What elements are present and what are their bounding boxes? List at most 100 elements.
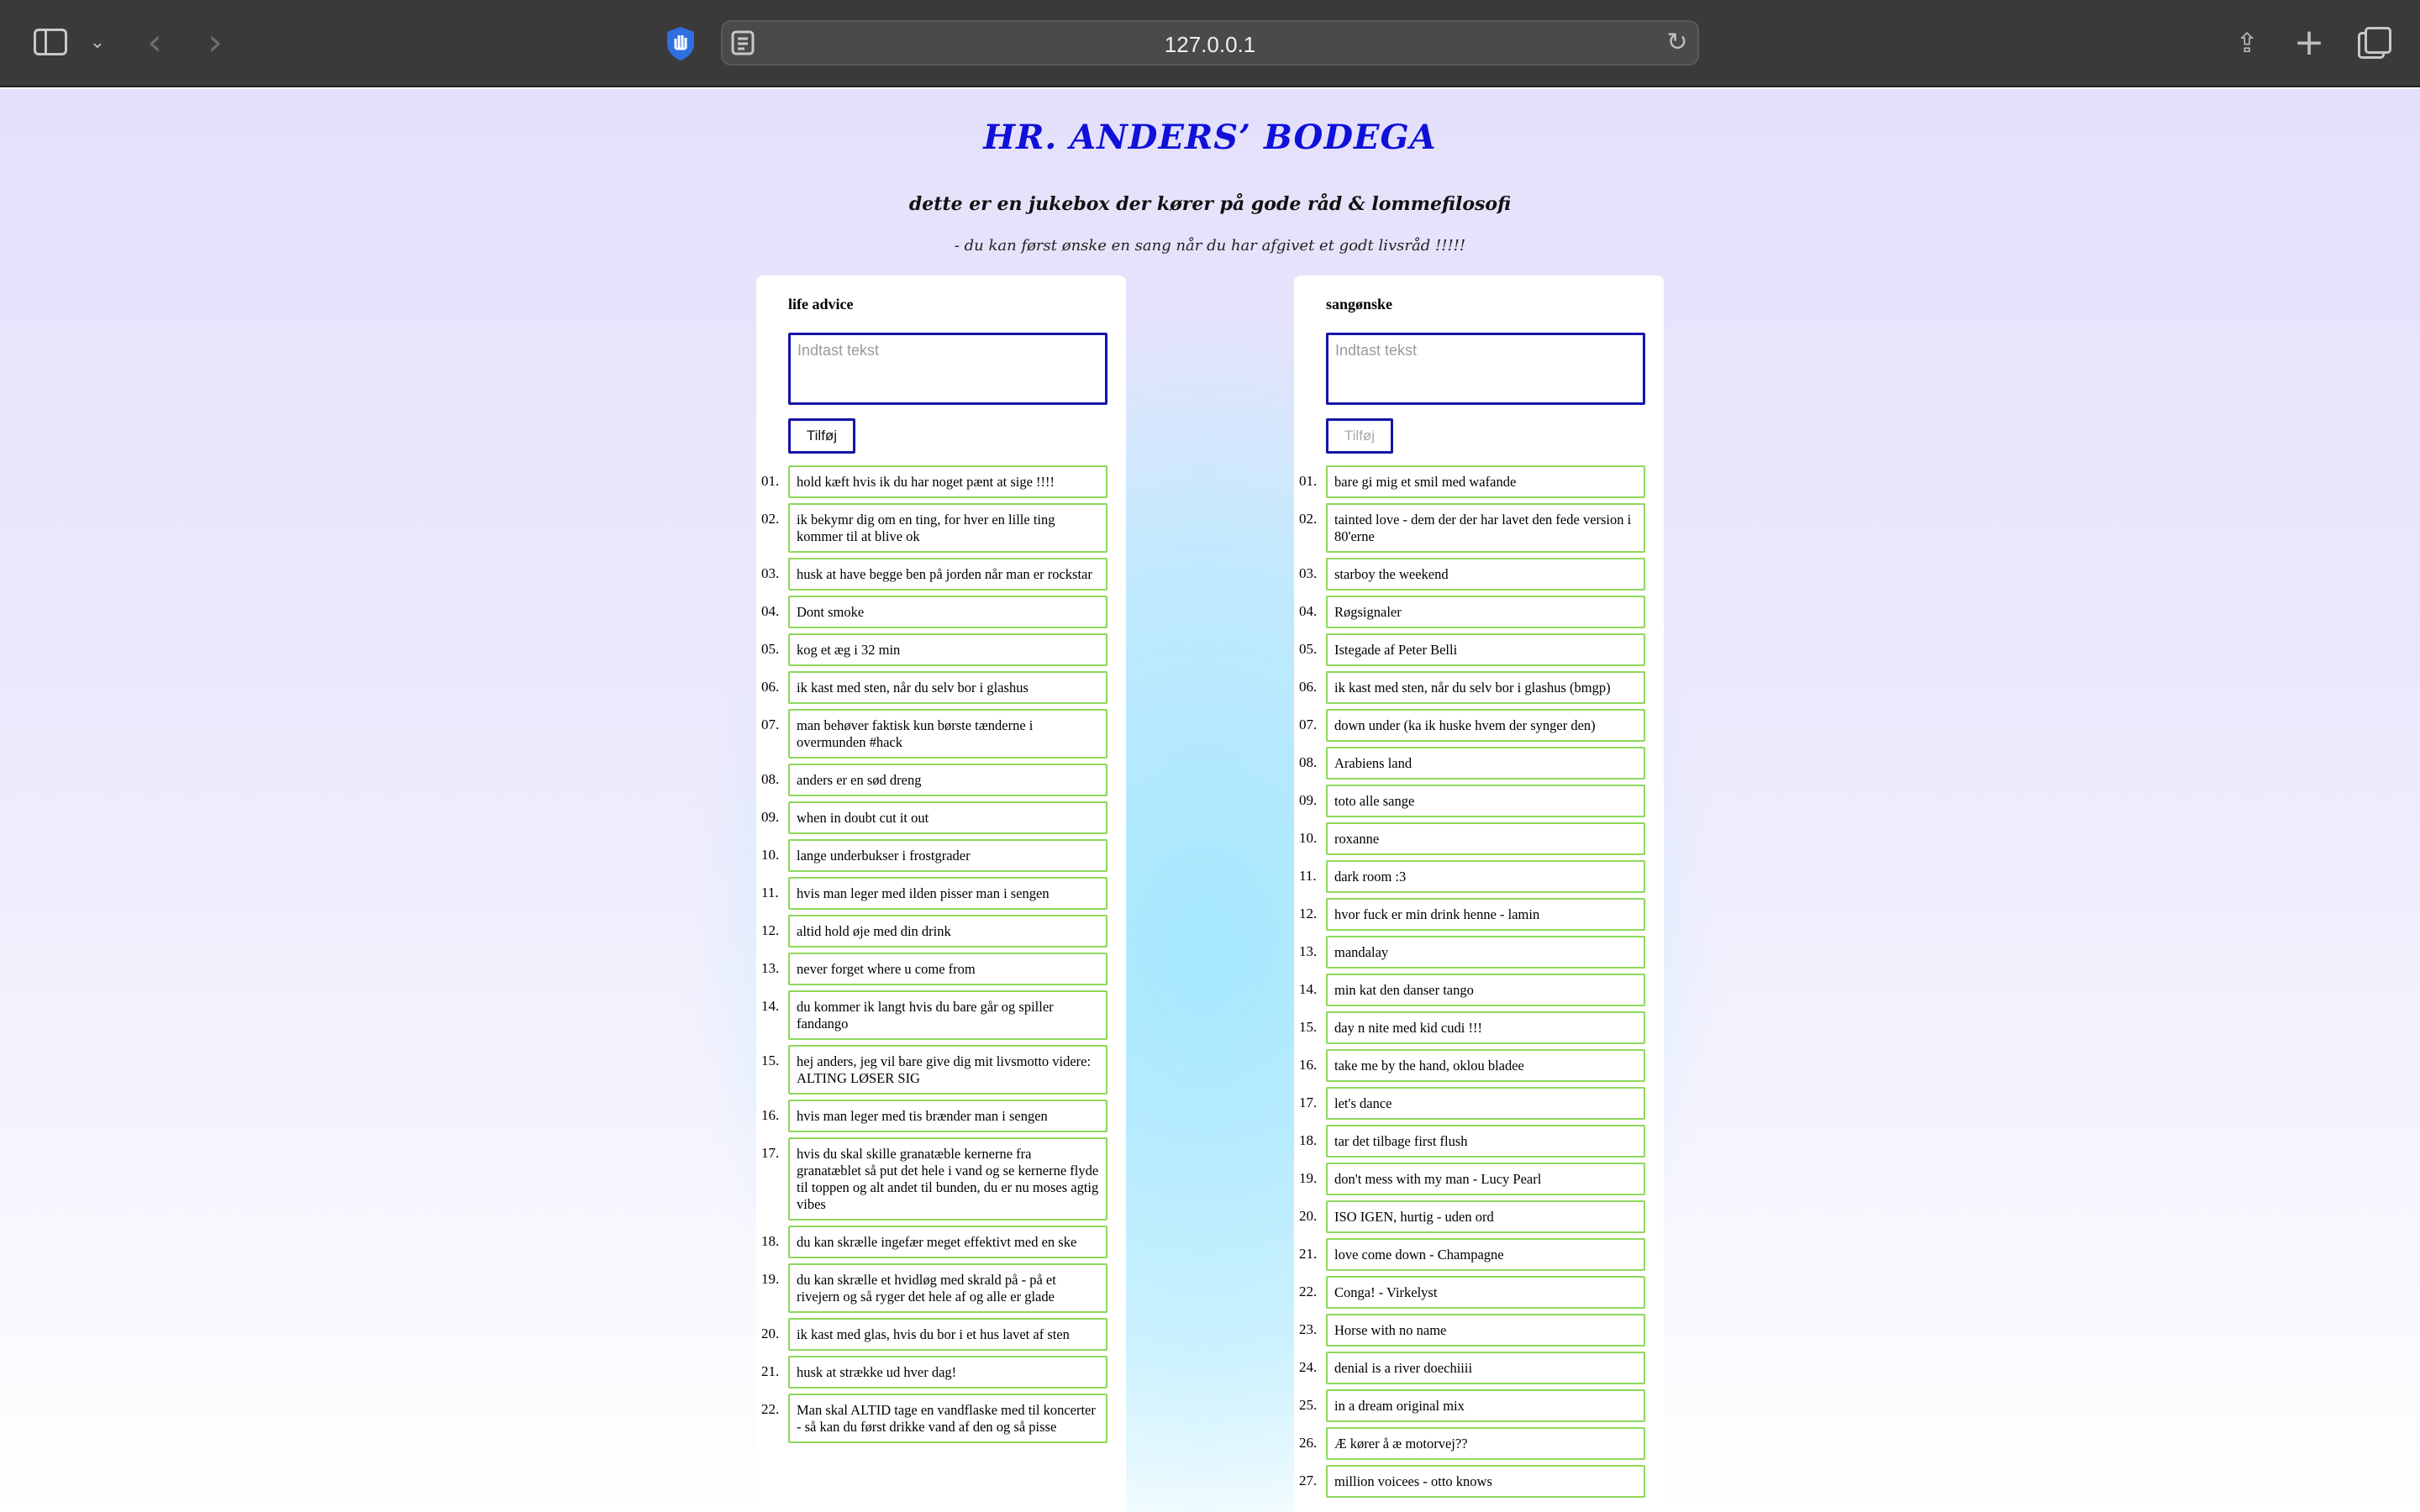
item-text: starboy the weekend <box>1326 558 1645 591</box>
share-icon[interactable]: ⇪ <box>2232 25 2262 60</box>
tab-overview-icon[interactable] <box>2358 27 2391 59</box>
add-song-button[interactable]: Tilføj <box>1326 418 1393 454</box>
item-number: 05. <box>761 641 780 657</box>
item-number: 07. <box>1299 717 1318 732</box>
song-input[interactable] <box>1326 333 1645 405</box>
advice-list-item: 20. ik kast med glas, hvis du bor i et hu… <box>756 1318 1126 1351</box>
item-text: Horse with no name <box>1326 1314 1645 1347</box>
url-text[interactable]: 127.0.0.1 <box>723 32 1697 58</box>
song-list-item: 27. million voicees - otto knows <box>1294 1465 1664 1498</box>
item-text: tainted love - dem der der har lavet den… <box>1326 503 1645 553</box>
item-number: 16. <box>1299 1057 1318 1073</box>
item-number: 20. <box>761 1326 780 1341</box>
advice-list-item: 13. never forget where u come from <box>756 953 1126 985</box>
item-number: 15. <box>761 1053 780 1068</box>
song-list-item: 06. ik kast med sten, når du selv bor i g… <box>1294 671 1664 704</box>
item-number: 18. <box>1299 1132 1318 1148</box>
chevron-down-icon[interactable]: ⌄ <box>87 29 108 55</box>
new-tab-icon[interactable]: + <box>2292 21 2326 64</box>
item-number: 20. <box>1299 1208 1318 1224</box>
item-text: du kommer ik langt hvis du bare går og s… <box>788 990 1107 1040</box>
item-number: 17. <box>761 1145 780 1161</box>
item-number: 22. <box>1299 1284 1318 1299</box>
item-number: 27. <box>1299 1473 1318 1488</box>
page-note: - du kan først ønske en sang når du har … <box>954 237 1466 255</box>
add-advice-button[interactable]: Tilføj <box>788 418 855 454</box>
reload-icon[interactable]: ↻ <box>1664 27 1691 57</box>
forward-arrow-icon[interactable]: › <box>202 21 229 64</box>
song-list-item: 01. bare gi mig et smil med wafande <box>1294 465 1664 498</box>
item-number: 07. <box>761 717 780 732</box>
item-text: hold kæft hvis ik du har noget pænt at s… <box>788 465 1107 498</box>
item-number: 04. <box>761 603 780 619</box>
item-number: 14. <box>761 998 780 1014</box>
item-number: 11. <box>761 885 779 900</box>
item-number: 13. <box>761 960 780 976</box>
item-text: hvis man leger med tis brænder man i sen… <box>788 1100 1107 1132</box>
advice-list-item: 12. altid hold øje med din drink <box>756 915 1126 948</box>
back-arrow-icon[interactable]: ‹ <box>141 21 168 64</box>
item-number: 12. <box>761 922 780 938</box>
item-text: down under (ka ik huske hvem der synger … <box>1326 709 1645 742</box>
page-subtitle: dette er en jukebox der kører på gode rå… <box>908 193 1512 215</box>
item-text: Conga! - Virkelyst <box>1326 1276 1645 1309</box>
life-advice-heading: life advice <box>788 296 854 312</box>
item-number: 02. <box>1299 511 1318 527</box>
song-list-item: 04. Røgsignaler <box>1294 596 1664 628</box>
item-text: ik kast med sten, når du selv bor i glas… <box>1326 671 1645 704</box>
item-number: 15. <box>1299 1019 1318 1035</box>
item-text: never forget where u come from <box>788 953 1107 985</box>
item-number: 17. <box>1299 1095 1318 1110</box>
advice-list-item: 03. husk at have begge ben på jorden når … <box>756 558 1126 591</box>
item-text: roxanne <box>1326 822 1645 855</box>
item-text: toto alle sange <box>1326 785 1645 817</box>
item-text: Dont smoke <box>788 596 1107 628</box>
item-number: 23. <box>1299 1321 1318 1337</box>
advice-input[interactable] <box>788 333 1107 405</box>
item-number: 09. <box>1299 792 1318 808</box>
item-number: 03. <box>1299 565 1318 581</box>
song-list-item: 10. roxanne <box>1294 822 1664 855</box>
song-list-item: 22. Conga! - Virkelyst <box>1294 1276 1664 1309</box>
privacy-shield-icon[interactable] <box>664 25 697 62</box>
sidebar-toggle-icon[interactable] <box>34 29 67 55</box>
song-list-item: 12. hvor fuck er min drink henne - lamin <box>1294 898 1664 931</box>
item-number: 01. <box>1299 473 1318 489</box>
item-text: love come down - Champagne <box>1326 1238 1645 1271</box>
item-text: ISO IGEN, hurtig - uden ord <box>1326 1200 1645 1233</box>
item-text: take me by the hand, oklou bladee <box>1326 1049 1645 1082</box>
song-list-item: 25. in a dream original mix <box>1294 1389 1664 1422</box>
advice-list-item: 07. man behøver faktisk kun børste tænder… <box>756 709 1126 759</box>
item-text: bare gi mig et smil med wafande <box>1326 465 1645 498</box>
address-bar[interactable]: 127.0.0.1 <box>721 20 1699 66</box>
advice-list-item: 06. ik kast med sten, når du selv bor i g… <box>756 671 1126 704</box>
item-text: lange underbukser i frostgrader <box>788 839 1107 872</box>
item-text: man behøver faktisk kun børste tænderne … <box>788 709 1107 759</box>
item-number: 03. <box>761 565 780 581</box>
life-advice-panel: life advice Tilføj 01. hold kæft hvis ik … <box>756 276 1126 1512</box>
item-number: 14. <box>1299 981 1318 997</box>
item-text: million voicees - otto knows <box>1326 1465 1645 1498</box>
song-request-heading: sangønske <box>1326 296 1393 312</box>
advice-list-item: 04. Dont smoke <box>756 596 1126 628</box>
song-list-item: 24. denial is a river doechiiii <box>1294 1352 1664 1384</box>
item-number: 26. <box>1299 1435 1318 1451</box>
item-number: 16. <box>761 1107 780 1123</box>
advice-list: 01. hold kæft hvis ik du har noget pænt a… <box>756 465 1126 1448</box>
page-menu-icon[interactable] <box>731 30 755 55</box>
item-text: dark room :3 <box>1326 860 1645 893</box>
item-text: hvis du skal skille granatæble kernerne … <box>788 1137 1107 1221</box>
advice-list-item: 22. Man skal ALTID tage en vandflaske med… <box>756 1394 1126 1443</box>
item-number: 13. <box>1299 943 1318 959</box>
song-list-item: 11. dark room :3 <box>1294 860 1664 893</box>
item-text: ik bekymr dig om en ting, for hver en li… <box>788 503 1107 553</box>
song-list-item: 17. let's dance <box>1294 1087 1664 1120</box>
item-text: Arabiens land <box>1326 747 1645 780</box>
item-number: 08. <box>1299 754 1318 770</box>
browser-toolbar: ⌄ ‹ › 127.0.0.1 ↻ ⇪ + <box>0 0 2420 87</box>
advice-list-item: 15. hej anders, jeg vil bare give dig mit… <box>756 1045 1126 1095</box>
item-text: tar det tilbage first flush <box>1326 1125 1645 1158</box>
item-text: don't mess with my man - Lucy Pearl <box>1326 1163 1645 1195</box>
item-number: 12. <box>1299 906 1318 921</box>
song-list-item: 05. Istegade af Peter Belli <box>1294 633 1664 666</box>
